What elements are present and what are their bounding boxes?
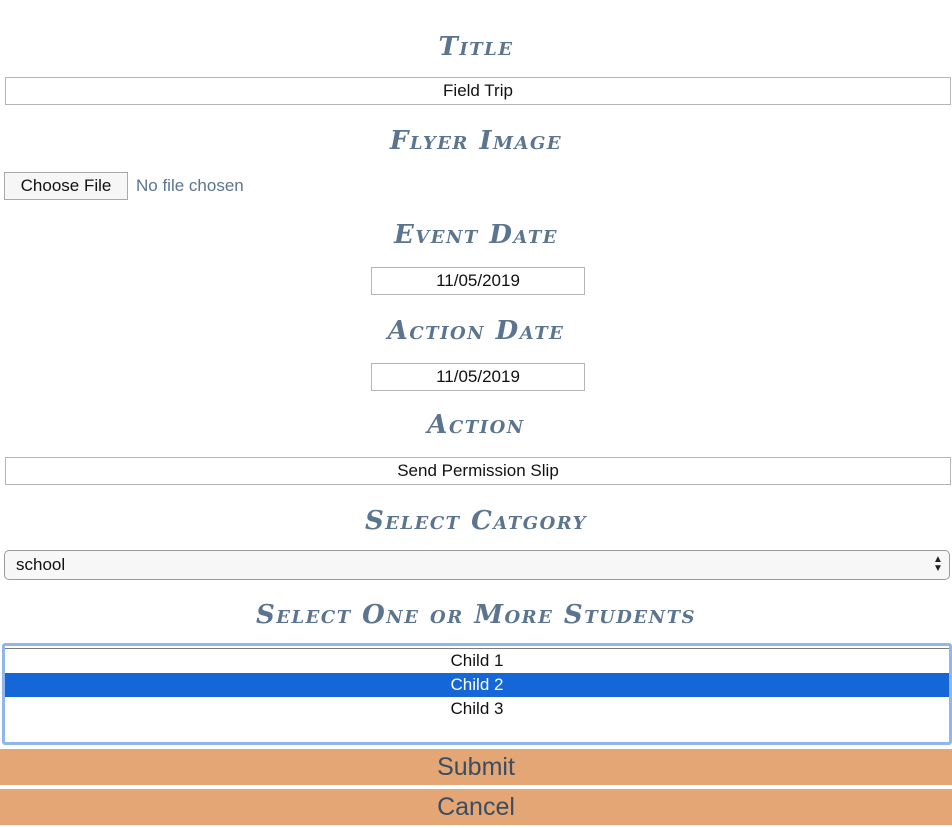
student-option[interactable]: Child 3 bbox=[5, 697, 949, 721]
event-date-heading: Event Date bbox=[393, 220, 559, 250]
event-date-input[interactable] bbox=[371, 267, 585, 295]
category-heading: Select Catgory bbox=[364, 506, 588, 536]
students-heading: Select One or More Students bbox=[256, 600, 696, 630]
choose-file-button[interactable]: Choose File bbox=[4, 172, 128, 200]
file-picker: Choose File No file chosen bbox=[4, 172, 244, 200]
action-input[interactable] bbox=[5, 457, 951, 485]
category-selected-value: school bbox=[16, 555, 66, 574]
action-heading: Action bbox=[427, 410, 525, 440]
students-listbox[interactable]: Child 1 Child 2 Child 3 bbox=[2, 643, 952, 745]
action-date-input[interactable] bbox=[371, 363, 585, 391]
title-heading: Title bbox=[438, 32, 514, 62]
student-option[interactable]: Child 2 bbox=[5, 673, 949, 697]
action-date-heading: Action Date bbox=[387, 316, 565, 346]
flyer-image-heading: Flyer Image bbox=[389, 126, 563, 156]
cancel-button[interactable]: Cancel bbox=[0, 789, 952, 825]
student-option[interactable]: Child 1 bbox=[5, 649, 949, 673]
file-status-text: No file chosen bbox=[136, 176, 244, 195]
submit-button[interactable]: Submit bbox=[0, 749, 952, 785]
select-arrows-icon: ▲ ▼ bbox=[933, 554, 943, 574]
category-select[interactable]: school ▲ ▼ bbox=[4, 550, 950, 580]
title-input[interactable] bbox=[5, 77, 951, 105]
